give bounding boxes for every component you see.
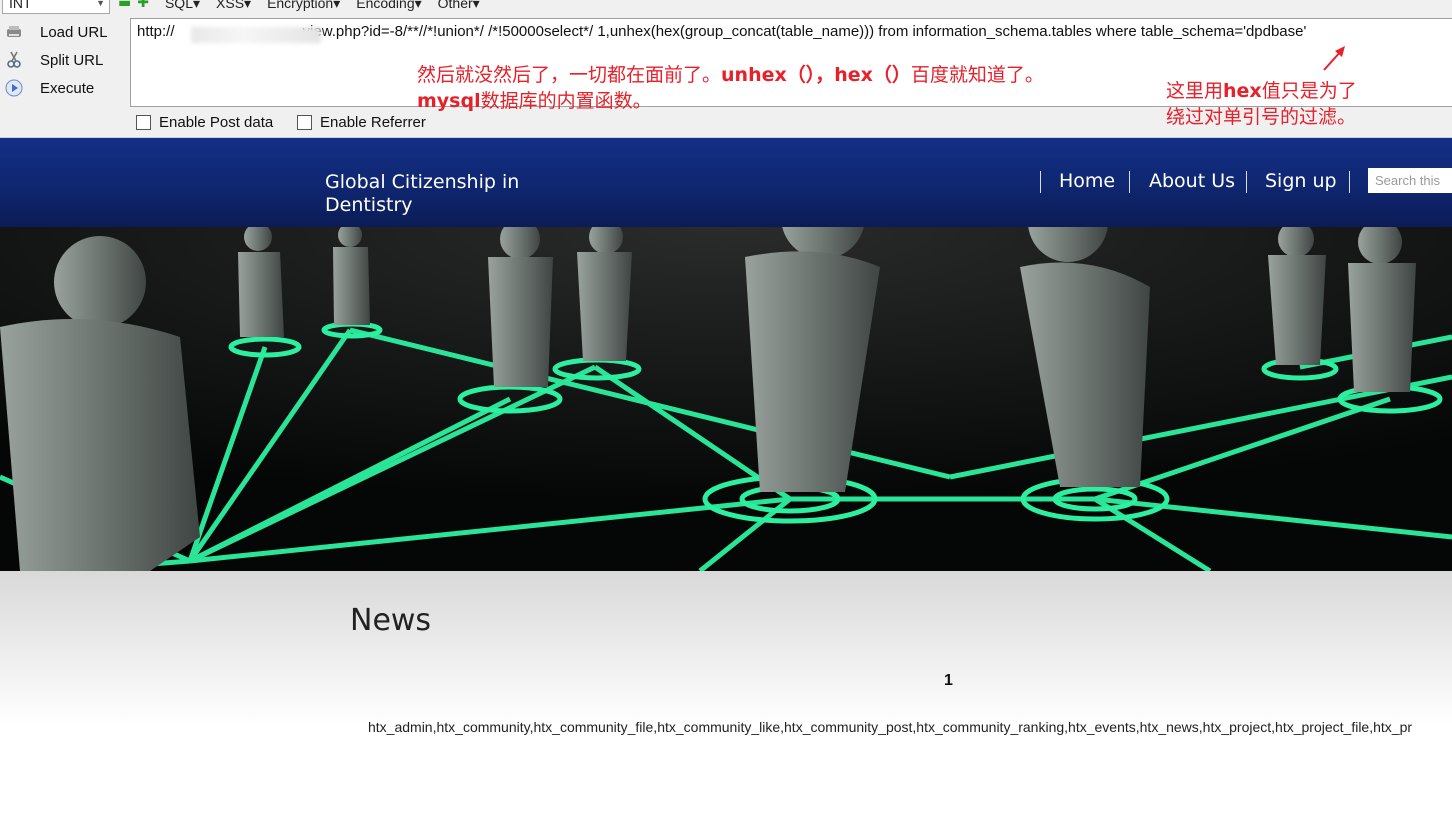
annotation-text: 然后就没然后了，一切都在面前了。 [417,64,722,86]
annotation-text: unhex（），hex（） [721,64,911,86]
plus-icon[interactable]: ✚ [137,0,149,11]
nav-separator [1246,171,1247,193]
url-payload: view.php?id=-8/**//*!union*/ /*!50000sel… [302,23,1307,40]
menu-encryption[interactable]: Encryption▾ [267,0,340,12]
execute-label: Execute [40,79,95,97]
load-url-icon [4,22,24,42]
site-title[interactable]: Global Citizenship in Dentistry [325,171,585,217]
scissors-icon [4,50,24,70]
hackbar-toolbar: INT ▼ ▬ ✚ SQL▾ XSS▾ Encryption▾ Encoding… [0,0,1452,138]
split-url-button[interactable]: Split URL [0,47,128,73]
annotation-text: 百度就知道了。 [910,64,1044,86]
news-id: 1 [944,672,953,689]
checkbox-label: Enable Post data [159,114,274,131]
annotation-text: mysql [417,90,481,112]
annotation-text: 值只是为了 [1261,80,1357,102]
minus-icon[interactable]: ▬ [118,0,131,11]
news-result-text: htx_admin,htx_community,htx_community_fi… [368,719,1413,735]
menu-xss[interactable]: XSS▾ [216,0,251,12]
load-url-label: Load URL [40,23,108,41]
nav-separator [1040,171,1041,193]
annotation-note-1-line-1: 然后就没然后了，一切都在面前了。unhex（），hex（）百度就知道了。 [417,60,1044,87]
nav-sign-up[interactable]: Sign up [1265,170,1337,192]
redaction-blur [191,27,321,43]
hackbar-menu: ▬ ✚ SQL▾ XSS▾ Encryption▾ Encoding▾ Othe… [118,0,496,12]
checkbox-box[interactable] [136,115,151,130]
menu-sql[interactable]: SQL▾ [165,0,200,12]
play-icon [4,78,24,98]
payload-type-value: INT [9,0,32,11]
menu-encoding[interactable]: Encoding▾ [356,0,421,12]
checkbox-box[interactable] [297,115,312,130]
search-input[interactable] [1368,168,1452,193]
enable-post-data-checkbox[interactable]: Enable Post data [136,114,273,131]
annotation-text: 这里用 [1166,80,1224,102]
hero-banner-image [0,227,1452,571]
nav-about-us[interactable]: About Us [1149,170,1235,192]
annotation-note-2-line-2: 绕过对单引号的过滤。 [1166,106,1357,128]
checkbox-label: Enable Referrer [320,114,426,131]
annotation-text: hex [1223,80,1262,102]
chevron-down-icon: ▼ [96,0,105,8]
news-heading: News [350,603,432,638]
nav-separator [1349,171,1350,193]
nav-separator [1129,171,1130,193]
annotation-note-2-line-1: 这里用hex值只是为了 [1166,76,1357,103]
load-url-button[interactable]: Load URL [0,19,128,45]
execute-button[interactable]: Execute [0,75,128,101]
network-illustration [0,227,1452,571]
payload-type-select[interactable]: INT ▼ [2,0,110,14]
annotation-text: 数据库的内置函数。 [480,90,652,112]
content-area [0,571,1452,828]
annotation-note-1-line-2: mysql数据库的内置函数。 [417,86,652,113]
annotation-arrow-icon [1323,46,1345,71]
menu-other[interactable]: Other▾ [438,0,480,12]
nav-home[interactable]: Home [1059,170,1115,192]
split-url-label: Split URL [40,51,104,69]
url-prefix: http:// [137,23,175,40]
enable-referrer-checkbox[interactable]: Enable Referrer [297,114,426,131]
